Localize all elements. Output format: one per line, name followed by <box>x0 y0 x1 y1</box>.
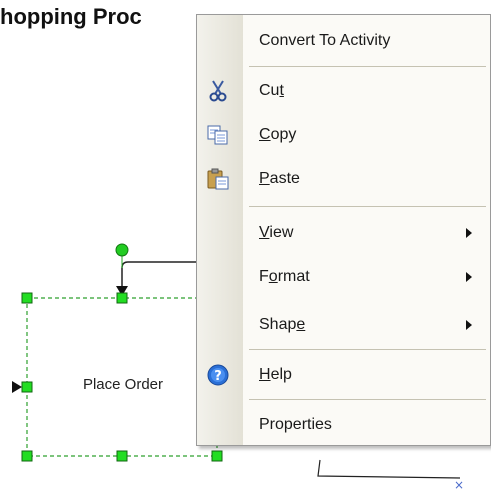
handle-top-left[interactable] <box>21 292 33 304</box>
menu-item-cut[interactable]: Cut <box>197 69 490 113</box>
handle-bottom-right[interactable] <box>211 450 223 462</box>
menu-item-paste[interactable]: Paste <box>197 157 490 201</box>
shape-label: Place Order <box>82 376 164 393</box>
rotation-handle[interactable] <box>115 243 129 257</box>
submenu-arrow-icon <box>466 228 472 238</box>
connection-point-icon: × <box>454 478 464 492</box>
submenu-arrow-icon <box>466 320 472 330</box>
connector-line-lower <box>317 459 461 479</box>
svg-text:?: ? <box>214 369 222 384</box>
menu-item-view[interactable]: View <box>197 211 490 255</box>
handle-bottom-center[interactable] <box>116 450 128 462</box>
menu-separator <box>249 399 486 400</box>
menu-item-properties[interactable]: Properties <box>197 403 490 447</box>
connector-line <box>121 261 200 290</box>
menu-separator <box>249 349 486 350</box>
menu-item-format[interactable]: Format <box>197 255 490 299</box>
help-icon: ? <box>205 363 231 387</box>
menu-separator <box>249 206 486 207</box>
copy-icon <box>205 123 231 147</box>
menu-item-copy[interactable]: Copy <box>197 113 490 157</box>
handle-bottom-left[interactable] <box>21 450 33 462</box>
menu-separator <box>249 66 486 67</box>
handle-top-center[interactable] <box>116 292 128 304</box>
context-menu: Convert To Activity Cut Copy Paste View … <box>196 14 491 446</box>
scissors-icon <box>205 79 231 103</box>
paste-icon <box>205 167 231 191</box>
connection-point-left <box>12 381 22 393</box>
submenu-arrow-icon <box>466 272 472 282</box>
menu-item-shape[interactable]: Shape <box>197 303 490 347</box>
menu-item-help[interactable]: ? Help <box>197 353 490 397</box>
menu-item-convert-to-activity[interactable]: Convert To Activity <box>197 19 490 63</box>
